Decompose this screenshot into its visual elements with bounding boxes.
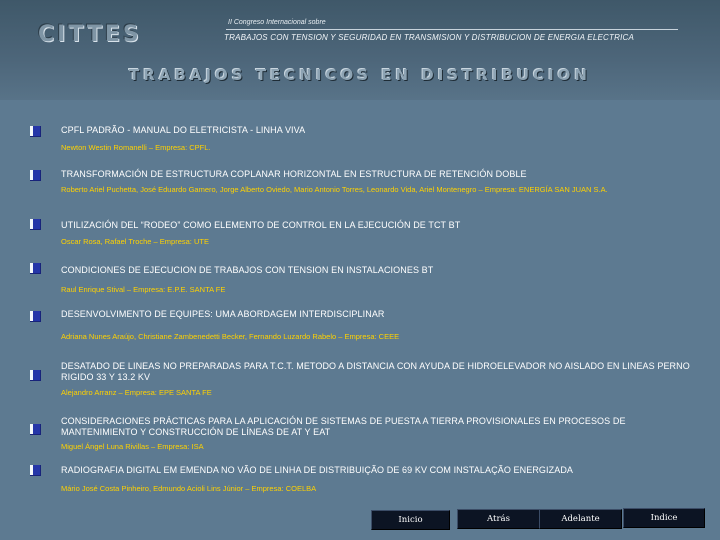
indice-button[interactable]: Indice <box>623 508 705 528</box>
bullet-icon <box>30 170 41 181</box>
paper-title[interactable]: TRANSFORMACIÓN DE ESTRUCTURA COPLANAR HO… <box>61 169 691 180</box>
paper-authors: Adriana Nunes Araújo, Christiane Zambene… <box>61 332 400 341</box>
bullet-icon <box>30 424 41 435</box>
adelante-button[interactable]: Adelante <box>539 509 622 529</box>
paper-title[interactable]: UTILIZACIÓN DEL “RODEO” COMO ELEMENTO DE… <box>61 220 691 231</box>
paper-title[interactable]: DESENVOLVIMENTO DE EQUIPES: UMA ABORDAGE… <box>61 309 691 320</box>
bullet-icon <box>30 370 41 381</box>
paper-authors: Mário José Costa Pinheiro, Edmundo Aciol… <box>61 484 317 493</box>
navigation-bar: Inicio Atrás Adelante Indice <box>0 508 720 530</box>
paper-authors: Raul Enrique Stival – Empresa: E.P.E. SA… <box>61 285 226 294</box>
atras-button[interactable]: Atrás <box>457 509 540 529</box>
paper-list: CPFL PADRÃO - MANUAL DO ELETRICISTA - LI… <box>0 0 720 540</box>
paper-authors: Roberto Ariel Puchetta, José Eduardo Gam… <box>61 185 608 194</box>
bullet-icon <box>30 465 41 476</box>
paper-authors: Oscar Rosa, Rafael Troche – Empresa: UTE <box>61 237 209 246</box>
inicio-button[interactable]: Inicio <box>371 510 450 530</box>
paper-title[interactable]: RADIOGRAFIA DIGITAL EM EMENDA NO VÃO DE … <box>61 465 691 476</box>
bullet-icon <box>30 311 41 322</box>
paper-title[interactable]: CONSIDERACIONES PRÁCTICAS PARA LA APLICA… <box>61 416 691 438</box>
paper-title[interactable]: DESATADO DE LINEAS NO PREPARADAS PARA T.… <box>61 361 691 383</box>
paper-authors: Alejandro Arranz – Empresa: EPE SANTA FE <box>61 388 212 397</box>
paper-title[interactable]: CONDICIONES DE EJECUCION DE TRABAJOS CON… <box>61 265 691 276</box>
paper-authors: Miguel Ángel Luna Rivillas – Empresa: IS… <box>61 442 204 451</box>
paper-title[interactable]: CPFL PADRÃO - MANUAL DO ELETRICISTA - LI… <box>61 125 691 136</box>
bullet-icon <box>30 263 41 274</box>
bullet-icon <box>30 219 41 230</box>
bullet-icon <box>30 126 41 137</box>
paper-authors: Newton Westin Romanelli – Empresa: CPFL. <box>61 143 211 152</box>
